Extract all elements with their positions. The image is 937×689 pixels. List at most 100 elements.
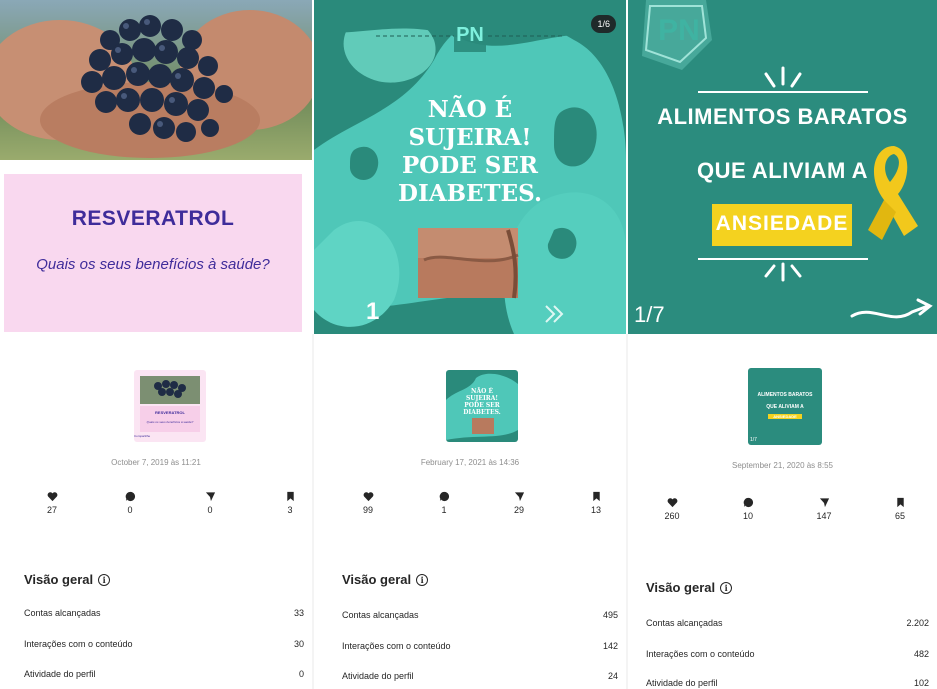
thumbnail-headline-line: PODE SER	[464, 402, 500, 409]
likes-count: 99	[362, 505, 373, 515]
comments-stat[interactable]: 10	[728, 497, 768, 521]
info-icon[interactable]: i	[416, 573, 429, 586]
overview-row-profile[interactable]: Atividade do perfil 102	[646, 678, 929, 688]
shares-count: 147	[816, 511, 832, 521]
overview-row-label: Atividade do perfil	[24, 669, 96, 679]
overview-section: Visão geral i Contas alcançadas 33 Inter…	[24, 572, 304, 689]
post-column-ansiedade: PN ALIMENTOS BARATOS QUE ALIVIAM A ANSIE…	[628, 0, 937, 689]
post-image-resveratrol[interactable]: RESVERATROL Quais os seus benefícios à s…	[0, 0, 312, 334]
overview-row-label: Atividade do perfil	[646, 678, 718, 688]
overview-row-reached[interactable]: Contas alcançadas 2.202	[646, 618, 929, 628]
saves-count: 13	[590, 505, 601, 515]
overview-row-reached[interactable]: Contas alcançadas 33	[24, 608, 304, 618]
thumbnail-headline-line: NÃO É	[470, 388, 494, 395]
share-icon	[819, 498, 829, 508]
heart-icon	[47, 492, 57, 502]
shares-stat[interactable]: 147	[804, 497, 844, 521]
bookmark-icon	[896, 497, 904, 508]
thumbnail-title: RESVERATROL	[155, 410, 185, 415]
thumbnail-grapes	[140, 376, 200, 432]
thumbnail-caption: Compartilhe	[134, 434, 151, 438]
post-thumbnail[interactable]: NÃO É SUJEIRA! PODE SER DIABETES.	[446, 370, 518, 442]
overview-row-label: Interações com o conteúdo	[342, 641, 451, 651]
overview-row-value: 0	[298, 669, 304, 679]
overview-title-row: Visão geral i	[646, 580, 929, 595]
saves-stat[interactable]: 3	[270, 491, 310, 515]
likes-stat[interactable]: 99	[348, 491, 388, 515]
brand-logo: PN	[658, 14, 700, 47]
overview-section: Visão geral i Contas alcançadas 2.202 In…	[646, 580, 929, 689]
post-thumbnail[interactable]: RESVERATROL Quais os seus benefícios à s…	[134, 370, 206, 442]
saves-count: 65	[894, 511, 905, 521]
headline-line: SUJEIRA!	[408, 124, 532, 151]
saves-stat[interactable]: 65	[880, 497, 920, 521]
overview-row-value: 2.202	[906, 618, 929, 628]
comment-icon	[439, 491, 449, 502]
poster-subtitle: Quais os seus benefícios à saúde?	[36, 256, 270, 273]
thumbnail-indicator: 1/7	[750, 437, 757, 443]
likes-count: 260	[664, 511, 680, 521]
post-column-diabetes: PN 1/6 NÃO É SUJEIRA! PODE SER DIABETES.…	[314, 0, 626, 689]
overview-row-value: 24	[607, 671, 618, 681]
headline-line: NÃO É	[427, 96, 513, 123]
thumbnail-subtitle: Quais os seus benefícios à saúde?	[146, 420, 194, 424]
thumbnail-headline: NÃO É SUJEIRA! PODE SER DIABETES.	[446, 388, 518, 416]
overview-section: Visão geral i Contas alcançadas 495 Inte…	[342, 572, 618, 689]
comments-count: 10	[742, 511, 753, 521]
post-column-resveratrol: RESVERATROL Quais os seus benefícios à s…	[0, 0, 312, 689]
saves-count: 3	[287, 505, 293, 515]
overview-row-label: Contas alcançadas	[24, 608, 101, 618]
overview-row-profile[interactable]: Atividade do perfil 0	[24, 669, 304, 679]
overview-row-label: Interações com o conteúdo	[24, 639, 133, 649]
thumbnail-headline-line: SUJEIRA!	[465, 395, 499, 402]
post-date: September 21, 2020 às 8:55	[732, 461, 833, 470]
post-thumbnail[interactable]: ALIMENTOS BARATOS QUE ALIVIAM A ANSIEDAD…	[748, 368, 822, 445]
overview-title: Visão geral	[646, 580, 716, 595]
poster-line-2: QUE ALIVIAM A	[696, 158, 869, 183]
shares-count: 29	[513, 505, 524, 515]
post-stats: 27 0 0 3	[0, 491, 312, 531]
shares-stat[interactable]: 29	[499, 491, 539, 515]
info-icon[interactable]: i	[98, 573, 111, 586]
share-icon	[514, 492, 524, 502]
overview-row-value: 495	[602, 610, 618, 620]
saves-stat[interactable]: 13	[576, 491, 616, 515]
overview-row-profile[interactable]: Atividade do perfil 24	[342, 671, 618, 681]
thumbnail-headline-line: DIABETES.	[463, 409, 501, 416]
comments-stat[interactable]: 1	[424, 491, 464, 515]
slide-indicator: 1/7	[634, 302, 665, 327]
overview-row-value: 142	[602, 641, 618, 651]
likes-stat[interactable]: 27	[32, 491, 72, 515]
post-image-ansiedade[interactable]: PN ALIMENTOS BARATOS QUE ALIVIAM A ANSIE…	[628, 0, 937, 334]
likes-stat[interactable]: 260	[652, 497, 692, 521]
heart-icon	[667, 498, 677, 508]
info-icon[interactable]: i	[720, 581, 733, 594]
post-stats: 99 1 29 13	[314, 491, 626, 531]
headline-line: DIABETES.	[398, 180, 542, 207]
overview-row-value: 482	[913, 649, 929, 659]
overview-row-value: 33	[293, 608, 304, 618]
shares-count: 0	[207, 505, 213, 515]
page-badge: 1/6	[591, 15, 616, 33]
bookmark-icon	[286, 491, 294, 502]
overview-row-interactions[interactable]: Interações com o conteúdo 142	[342, 641, 618, 651]
overview-row-interactions[interactable]: Interações com o conteúdo 482	[646, 649, 929, 659]
comment-icon	[743, 497, 753, 508]
comments-stat[interactable]: 0	[110, 491, 150, 515]
slide-number: 1	[366, 298, 380, 325]
post-image-diabetes[interactable]: PN 1/6 NÃO É SUJEIRA! PODE SER DIABETES.…	[314, 0, 626, 334]
likes-count: 27	[46, 505, 57, 515]
comments-count: 0	[127, 505, 133, 515]
overview-row-value: 102	[913, 678, 929, 688]
shares-stat[interactable]: 0	[190, 491, 230, 515]
overview-title: Visão geral	[342, 572, 412, 587]
bookmark-icon	[592, 491, 600, 502]
overview-row-label: Interações com o conteúdo	[646, 649, 755, 659]
overview-row-interactions[interactable]: Interações com o conteúdo 30	[24, 639, 304, 649]
thumbnail-line-1: ALIMENTOS BARATOS	[757, 392, 813, 398]
share-icon	[205, 492, 215, 502]
poster-title: RESVERATROL	[71, 207, 235, 230]
overview-row-reached[interactable]: Contas alcançadas 495	[342, 610, 618, 620]
post-stats: 260 10 147 65	[628, 497, 937, 537]
poster-highlight: ANSIEDADE	[715, 212, 849, 235]
